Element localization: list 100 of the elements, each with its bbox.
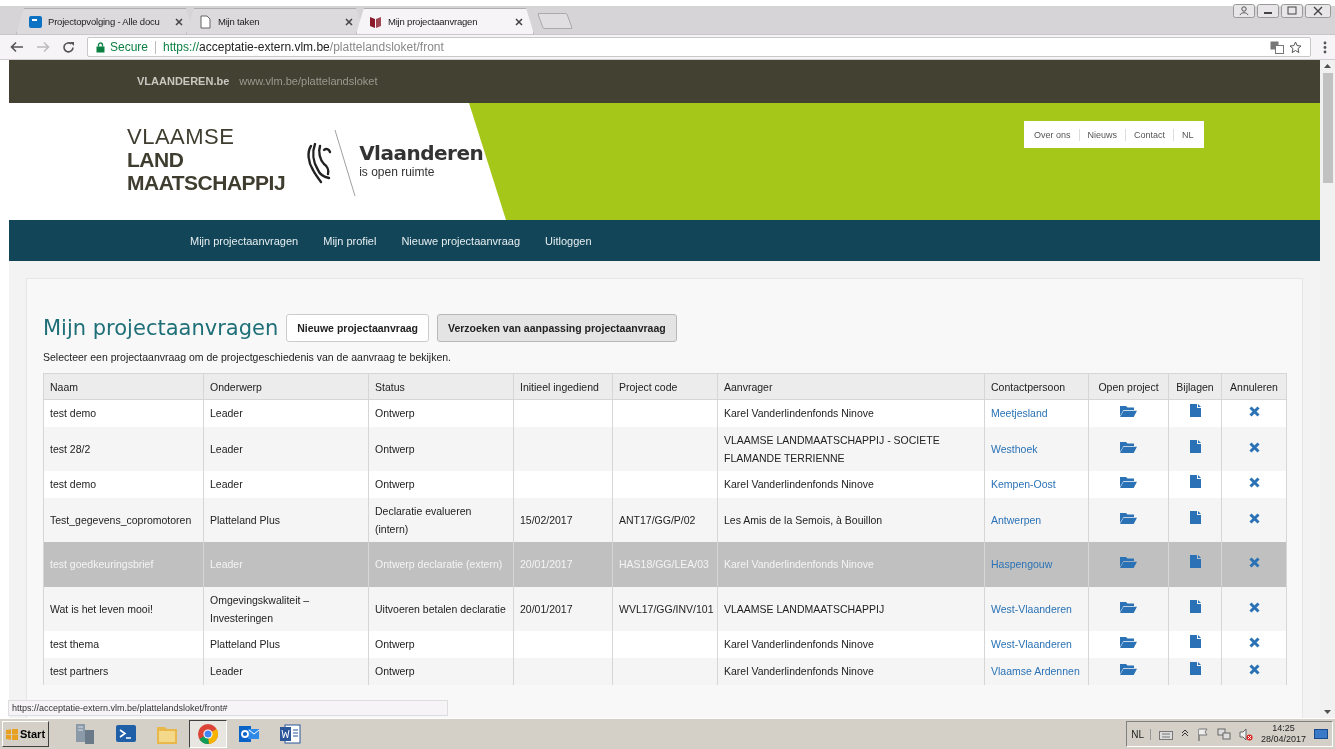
minimize-icon[interactable] — [1257, 4, 1279, 18]
close-icon[interactable] — [515, 17, 523, 26]
action-button[interactable]: Nieuwe projectaanvraag — [286, 314, 429, 342]
close-icon[interactable] — [1248, 664, 1260, 675]
contact-person-link[interactable]: Antwerpen — [991, 513, 1042, 526]
close-icon[interactable] — [175, 17, 183, 26]
brand-link[interactable]: VLAANDEREN.be — [137, 75, 230, 87]
document-icon[interactable] — [1189, 439, 1201, 453]
table-cell: Leader — [210, 407, 243, 420]
contact-person-link[interactable]: West-Vlaanderen — [991, 602, 1072, 615]
table-row[interactable]: test demo Leader Ontwerp Karel Vanderlindenfonds Ninove Kempen-Oost — [43, 470, 1287, 498]
folder-icon[interactable] — [1120, 600, 1137, 613]
language-indicator[interactable]: NL — [1131, 728, 1151, 740]
book-icon — [369, 14, 382, 29]
clock[interactable]: 14:25 28/04/2017 — [1260, 723, 1306, 745]
document-icon[interactable] — [1189, 662, 1201, 675]
column-header: Initieel ingediend — [513, 373, 613, 400]
nav-link[interactable]: Nieuwe projectaanvraag — [401, 234, 521, 247]
close-icon[interactable] — [1248, 601, 1260, 613]
table-cell: Leader — [210, 665, 243, 677]
taskbar-app[interactable] — [189, 720, 228, 748]
close-icon[interactable] — [1248, 477, 1260, 488]
folder-icon[interactable] — [1120, 636, 1137, 648]
action-button[interactable]: Verzoeken van aanpassing projectaanvraag — [437, 314, 677, 342]
document-icon[interactable] — [1189, 404, 1201, 418]
page-icon — [199, 14, 212, 29]
scrollbar-thumb[interactable] — [1322, 73, 1333, 183]
reload-icon[interactable] — [62, 40, 75, 54]
scroll-down-icon[interactable] — [1324, 710, 1331, 715]
keyboard-icon[interactable] — [1158, 728, 1173, 740]
windows-icon — [6, 728, 18, 740]
table-cell: Ontwerp — [375, 638, 415, 650]
tab-title: Mijn projectaanvragen — [388, 16, 479, 27]
table-cell: Ontwerp — [375, 407, 415, 420]
flanders-name: Vlaanderen — [359, 141, 484, 165]
document-icon[interactable] — [1189, 599, 1201, 613]
folder-icon[interactable] — [1120, 405, 1137, 418]
contact-person-link[interactable]: Vlaamse Ardennen — [991, 665, 1080, 677]
url-text: https://acceptatie-extern.vlm.be/plattelandsloket/front — [163, 40, 444, 54]
utility-link[interactable]: Contact — [1134, 129, 1166, 140]
close-icon[interactable] — [1248, 512, 1260, 524]
tab-title: Projectopvolging - Alle docu — [48, 16, 161, 27]
utility-link[interactable]: Nieuws — [1087, 129, 1118, 140]
table-cell: 15/02/2017 — [520, 513, 573, 526]
clock-time: 14:25 — [1272, 723, 1295, 734]
utility-link[interactable]: Over ons — [1034, 129, 1071, 140]
utility-link[interactable]: NL — [1182, 129, 1194, 140]
table-row[interactable]: test demo Leader Ontwerp Karel Vanderlindenfonds Ninove Meetjesland — [43, 399, 1287, 427]
menu-icon[interactable] — [1323, 40, 1327, 54]
document-icon[interactable] — [1189, 555, 1201, 568]
secure-label: Secure — [110, 40, 149, 54]
flag-icon[interactable] — [1196, 727, 1209, 741]
translate-icon[interactable] — [1270, 40, 1284, 54]
start-button[interactable]: Start — [2, 721, 50, 747]
browser-tab[interactable]: Mijn projectaanvragen — [356, 8, 534, 34]
network-icon[interactable] — [1216, 727, 1231, 741]
document-icon[interactable] — [1189, 475, 1201, 488]
column-header: Contactpersoon — [984, 373, 1089, 400]
address-field[interactable]: Secure https://acceptatie-extern.vlm.be/plattelandsloket/front — [87, 37, 1311, 57]
close-icon[interactable] — [1248, 406, 1260, 418]
table-row[interactable]: test partners Leader Ontwerp Karel Vanderlindenfonds Ninove Vlaamse Ardennen — [43, 657, 1287, 685]
folder-icon[interactable] — [1120, 511, 1137, 524]
table-cell: WVL17/GG/INV/101 — [619, 602, 714, 615]
table-cell: Karel Vanderlindenfonds Ninove — [724, 665, 874, 677]
nav-link[interactable]: Mijn profiel — [323, 234, 377, 247]
flanders-tagline: is open ruimte — [359, 165, 436, 179]
column-header: Status — [368, 373, 514, 400]
close-icon[interactable] — [1248, 637, 1260, 648]
intro-text: Selecteer een projectaanvraag om de projectgeschiedenis van de aanvraag te bekijken. — [43, 351, 452, 363]
folder-icon[interactable] — [1120, 440, 1137, 453]
back-icon[interactable] — [10, 41, 24, 53]
nav-link[interactable]: Uitloggen — [545, 234, 592, 247]
close-icon[interactable] — [1248, 441, 1260, 453]
scrollbar[interactable] — [1320, 60, 1335, 718]
table-row[interactable]: Wat is het leven mooi! Omgevingskwaliteit – Investeringen Uitvoeren betalen declaratie 20/01/2017 WVL17/GG/INV/101 VLAAMSE LANDMAATSCHAPPIJ West-Vlaanderen — [43, 586, 1287, 631]
document-icon[interactable] — [1189, 635, 1201, 648]
lock-icon — [96, 41, 105, 53]
star-icon[interactable] — [1289, 40, 1302, 54]
speaker-muted-icon[interactable] — [1238, 727, 1253, 741]
folder-icon[interactable] — [1120, 476, 1137, 488]
status-url: https://acceptatie-extern.vlm.be/plattelandsloket/front# — [8, 700, 448, 716]
folder-icon[interactable] — [1120, 556, 1137, 568]
table-row[interactable]: test 28/2 Leader Ontwerp VLAAMSE LANDMAATSCHAPPIJ - SOCIETE FLAMANDE TERRIENNE Westhoek — [43, 426, 1287, 471]
organisation-logo[interactable]: VLAAMSE LAND MAATSCHAPPIJ — [127, 125, 286, 194]
close-icon[interactable] — [1305, 4, 1331, 18]
table-row[interactable]: Test_gegevens_copromotoren Platteland Plus Declaratie evalueren (intern) 15/02/2017 ANT17/GG/P/02 Les Amis de la Semois, à Bouillon Antwerpen — [43, 497, 1287, 542]
contact-person-link[interactable]: Westhoek — [991, 442, 1038, 455]
nav-link[interactable]: Mijn projectaanvragen — [190, 234, 299, 247]
table-cell: Omgevingskwaliteit – Investeringen — [210, 593, 310, 624]
scroll-up-icon[interactable] — [1324, 63, 1331, 68]
table-cell: test 28/2 — [50, 442, 91, 455]
table-row[interactable]: test thema Platteland Plus Ontwerp Karel Vanderlindenfonds Ninove West-Vlaanderen — [43, 630, 1287, 658]
caret-icon[interactable] — [1180, 730, 1189, 738]
table-cell: VLAAMSE LANDMAATSCHAPPIJ — [724, 602, 885, 615]
site-url: www.vlm.be/plattelandsloket — [239, 75, 378, 87]
column-header: Project code — [612, 373, 718, 400]
folder-icon[interactable] — [1120, 663, 1137, 675]
column-header: Bijlagen — [1168, 373, 1222, 400]
document-icon[interactable] — [1189, 510, 1201, 524]
close-icon[interactable] — [345, 17, 353, 26]
